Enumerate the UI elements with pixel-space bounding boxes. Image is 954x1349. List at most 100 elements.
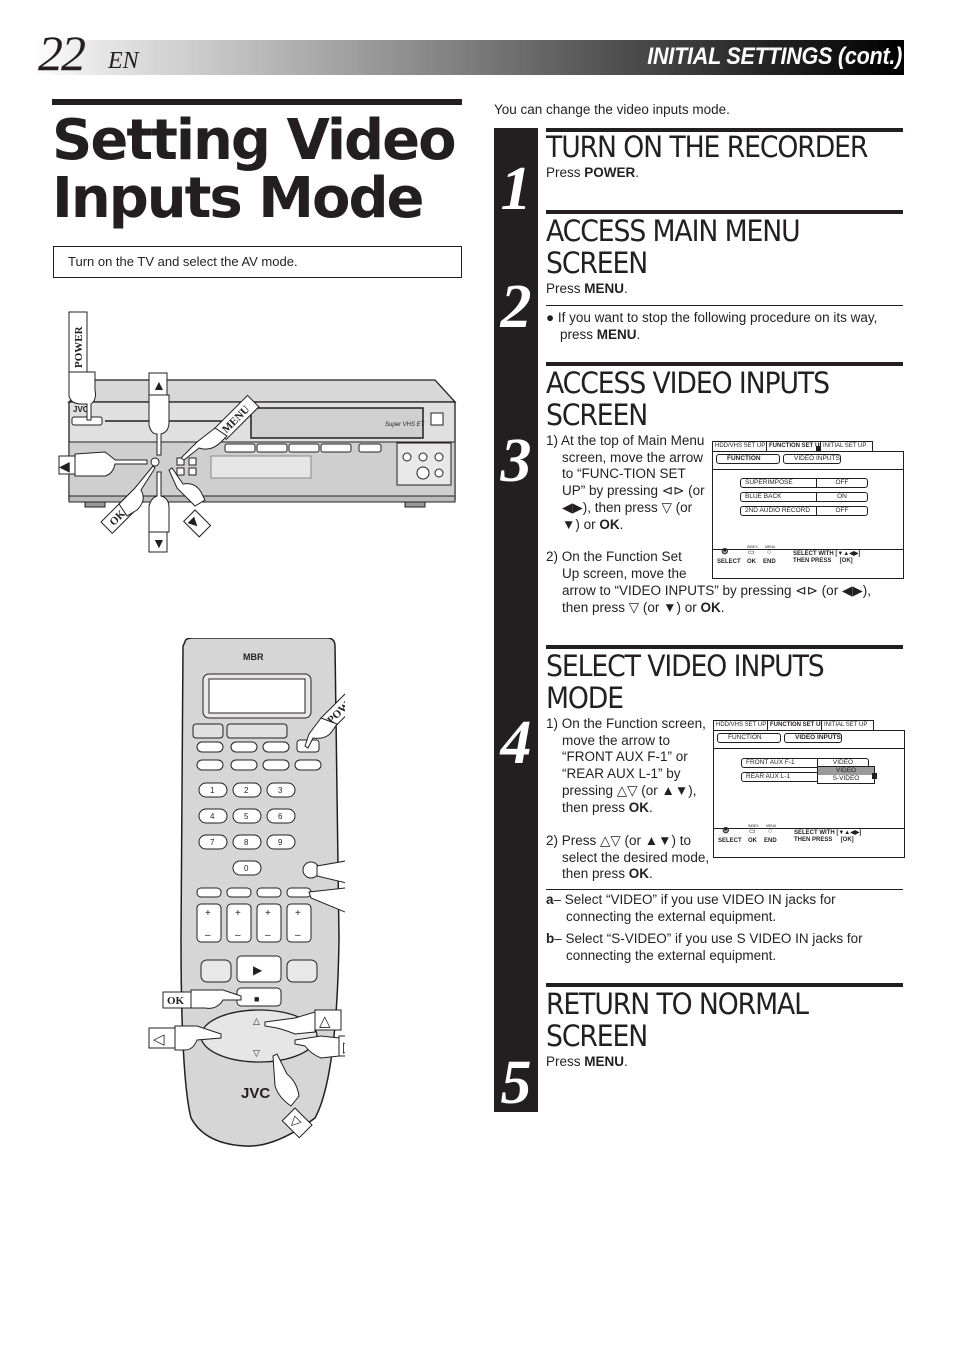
note-box: Turn on the TV and select the AV mode.	[53, 246, 462, 278]
vcr-down-label: ▼	[152, 535, 166, 551]
osd-subtab-video-inputs: VIDEO INPUTS	[784, 733, 842, 743]
step-2-bullet-key: MENU	[596, 326, 637, 342]
osd-tab-hdd-vhs: HDD/VHS SET UP	[712, 441, 773, 451]
remote-rocker-3[interactable]: +–	[256, 903, 282, 943]
page-title-line1: Setting Video	[52, 108, 457, 173]
osd-video-inputs-screen: HDD/VHS SET UP FUNCTION SET UP INITIAL S…	[713, 720, 905, 858]
page-language: EN	[108, 48, 139, 74]
remote-key-label: 4	[210, 812, 215, 821]
remote-key-6[interactable]: 6	[266, 808, 296, 824]
step-1-body-suffix: .	[635, 165, 640, 180]
vcr-model-text: Super VHS ET	[385, 422, 426, 428]
osd-row-label: BLUE BACK	[745, 493, 782, 500]
step-3-item-2-text-b: arrow to “VIDEO INPUTS” by pressing ⊲⊳ (…	[562, 583, 871, 598]
osd-hint-2: THEN PRESS [OK]	[794, 837, 854, 843]
step-3-item-1-key: OK	[599, 516, 620, 532]
remote-key-9[interactable]: 9	[266, 834, 296, 850]
step-2-bullet: ● If you want to stop the following proc…	[546, 310, 891, 343]
osd-divider-top	[713, 469, 903, 470]
remote-left-label: ◁	[153, 1031, 165, 1048]
osd-dropdown[interactable]: VIDEO S-VIDEO	[817, 766, 875, 784]
remote-rocker-1[interactable]: +–	[196, 903, 222, 943]
step-5-title: RETURN TO NORMAL SCREEN	[546, 988, 877, 1052]
remote-key-label: 3	[278, 786, 283, 795]
vcr-top	[67, 379, 457, 403]
osd-function-screen: HDD/VHS SET UP FUNCTION SET UP INITIAL S…	[712, 441, 904, 579]
remote-key-8[interactable]: 8	[232, 834, 262, 850]
osd-subtab-function: FUNCTION	[716, 454, 780, 464]
step-4-item-2: 2) Press △▽ (or ▲▼) to select the desire…	[546, 833, 710, 882]
step-5-body-suffix: .	[624, 1054, 628, 1069]
svg-text:+: +	[295, 908, 301, 919]
osd-footer: ⊜ INDEX MENU ▭ ○ SELECT OK END SELECT WI…	[717, 545, 897, 568]
svg-text:+: +	[205, 908, 211, 919]
svg-text:+: +	[235, 908, 241, 919]
osd-select-label: SELECT	[717, 559, 741, 565]
step-4-title-line1: SELECT VIDEO INPUTS	[546, 649, 825, 683]
osd-dropdown-option-s-video[interactable]: S-VIDEO	[818, 775, 874, 783]
step-1-title: TURN ON THE RECORDER	[546, 130, 868, 164]
step-4-divider	[546, 889, 903, 890]
page-title-line2: Inputs Mode	[52, 166, 425, 231]
remote-key-5[interactable]: 5	[232, 808, 262, 824]
svg-text:–: –	[295, 930, 301, 941]
step-1-number: 1	[500, 155, 532, 223]
remote-key-4[interactable]: 4	[198, 808, 228, 824]
osd-select-icon: ⊜	[722, 825, 730, 835]
osd-tabs: HDD/VHS SET UP FUNCTION SET UP INITIAL S…	[712, 441, 904, 452]
osd-hint-1: SELECT WITH [▼▲◀▶]	[793, 551, 861, 557]
step-4-note-b: b– Select “S-VIDEO” if you use S VIDEO I…	[546, 931, 896, 964]
osd-frame: FUNCTION VIDEO INPUTS SUPERIMPOSE OFF BLU…	[712, 451, 904, 579]
remote-illustration: MBR 1 2 34 5 67 8 90 +–+–+–+– ▶ ■ △ ▽ JVC POWE…	[148, 638, 345, 1147]
remote-key-7[interactable]: 7	[198, 834, 228, 850]
svg-text:–: –	[265, 930, 271, 941]
svg-text:▶: ▶	[253, 963, 263, 977]
osd-row-label: FRONT AUX F-1	[746, 759, 795, 766]
osd-dropdown-option-video[interactable]: VIDEO	[818, 767, 874, 775]
osd-row-superimpose: SUPERIMPOSE OFF	[740, 478, 868, 488]
svg-text:△: △	[253, 1016, 260, 1026]
osd-frame: FUNCTION VIDEO INPUTS FRONT AUX F-1 VIDEO…	[713, 730, 905, 858]
remote-key-2[interactable]: 2	[232, 782, 262, 798]
step-4-item-2-key: OK	[628, 866, 650, 882]
step-5-title-line2: SCREEN	[546, 1019, 648, 1053]
osd-select-label: SELECT	[718, 838, 742, 844]
remote-key-1[interactable]: 1	[198, 782, 228, 798]
svg-text:+: +	[265, 908, 271, 919]
step-2-title-line1: ACCESS MAIN MENU	[546, 214, 801, 248]
step-5-body-key: MENU	[584, 1054, 625, 1069]
step-4-item-1-text: 1) On the Function screen, move the arro…	[546, 716, 706, 815]
step-4-title-line2: MODE	[546, 681, 624, 715]
remote-key-label: 0	[244, 864, 249, 873]
step-5-title-line1: RETURN TO NORMAL	[546, 987, 809, 1021]
bullet-icon: ●	[546, 310, 558, 325]
osd-footer: ⊜ INDEX MENU ▭ ○ SELECT OK END SELECT WI…	[718, 824, 898, 847]
vcr-left-label: ◀	[59, 458, 70, 474]
osd-tabs: HDD/VHS SET UP FUNCTION SET UP INITIAL S…	[713, 720, 905, 730]
remote-rocker-2[interactable]: +–	[226, 903, 252, 943]
remote-key-label: 7	[210, 838, 215, 847]
remote-ok-button-top[interactable]	[286, 887, 312, 898]
step-3-item-2: 2) On the Function Set Up screen, move t…	[546, 549, 696, 582]
osd-row-blue-back: BLUE BACK ON	[740, 492, 868, 502]
step-3-title-line1: ACCESS VIDEO INPUTS	[546, 366, 830, 400]
step-4-item-1-key: OK	[628, 799, 650, 815]
remote-key-3[interactable]: 3	[266, 782, 296, 798]
vcr-brand: JVC	[73, 405, 89, 414]
step-4-item-2-text: 2) Press △▽ (or ▲▼) to select the desire…	[546, 833, 710, 882]
osd-row-label: REAR AUX L-1	[746, 773, 791, 780]
remote-right-label: ▷	[343, 1039, 345, 1056]
osd-hint-1: SELECT WITH [▼▲◀▶]	[794, 830, 862, 836]
step-3-item-2-text-c: then press ▽ (or ▼) or	[562, 599, 701, 615]
remote-key-label: 6	[278, 812, 283, 821]
remote-key-0[interactable]: 0	[232, 860, 262, 876]
vcr-ok-button[interactable]	[150, 457, 160, 467]
remote-key-label: 5	[244, 812, 249, 821]
step-5-body-prefix: Press	[546, 1054, 585, 1069]
step-3-item-2-key: OK	[700, 599, 721, 615]
osd-divider-top	[714, 748, 904, 749]
osd-row-label: 2ND AUDIO RECORD	[745, 507, 811, 514]
remote-rocker-4[interactable]: +–	[286, 903, 312, 943]
osd-end-label: END	[763, 559, 776, 565]
step-4-number: 4	[500, 709, 532, 777]
